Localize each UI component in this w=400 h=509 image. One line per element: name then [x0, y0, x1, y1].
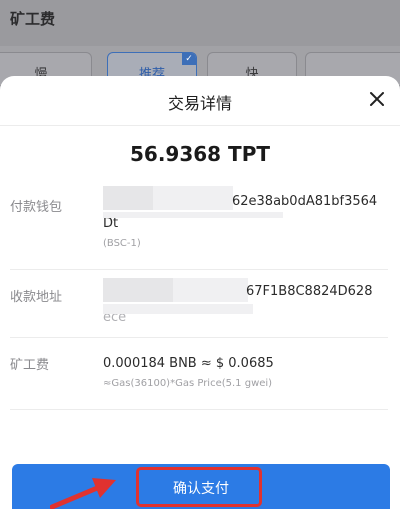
background-title: 矿工费	[10, 10, 56, 28]
transaction-detail-sheet: 交易详情 56.9368 TPT 付款钱包 62e38ab0dA81bf3564…	[0, 76, 400, 509]
fee-value: 0.000184 BNB ≈ $ 0.0685	[103, 356, 274, 371]
redacted-address	[173, 278, 248, 302]
row-label: 矿工费	[10, 358, 50, 373]
payer-wallet-row: 付款钱包 62e38ab0dA81bf3564 Dt (BSC-1)	[10, 186, 388, 270]
redacted-address	[103, 304, 253, 314]
arrow-icon	[50, 478, 116, 509]
sheet-header: 交易详情	[0, 76, 400, 126]
receiver-address-row: 收款地址 67F1B8C8824D628 ece	[10, 270, 388, 338]
redacted-address	[103, 278, 173, 302]
transaction-amount: 56.9368 TPT	[130, 142, 270, 166]
close-icon[interactable]	[366, 88, 388, 110]
background-header: 矿工费	[0, 0, 400, 46]
row-label: 收款地址	[10, 290, 63, 305]
redacted-address	[103, 212, 283, 218]
address-line2: Dt	[103, 216, 119, 231]
miner-fee-row: 矿工费 0.000184 BNB ≈ $ 0.0685 ≈Gas(36100)*…	[10, 338, 388, 410]
sheet-title: 交易详情	[167, 94, 232, 113]
gas-detail: ≈Gas(36100)*Gas Price(5.1 gwei)	[103, 378, 273, 389]
highlight-box	[136, 467, 262, 507]
redacted-address	[103, 186, 153, 210]
address-tail: 62e38ab0dA81bf3564	[232, 194, 378, 209]
row-label: 付款钱包	[10, 200, 63, 215]
check-icon: ✓	[182, 53, 196, 65]
network-tag: (BSC-1)	[103, 238, 141, 249]
address-tail: 67F1B8C8824D628	[246, 284, 373, 299]
redacted-address	[153, 186, 233, 210]
